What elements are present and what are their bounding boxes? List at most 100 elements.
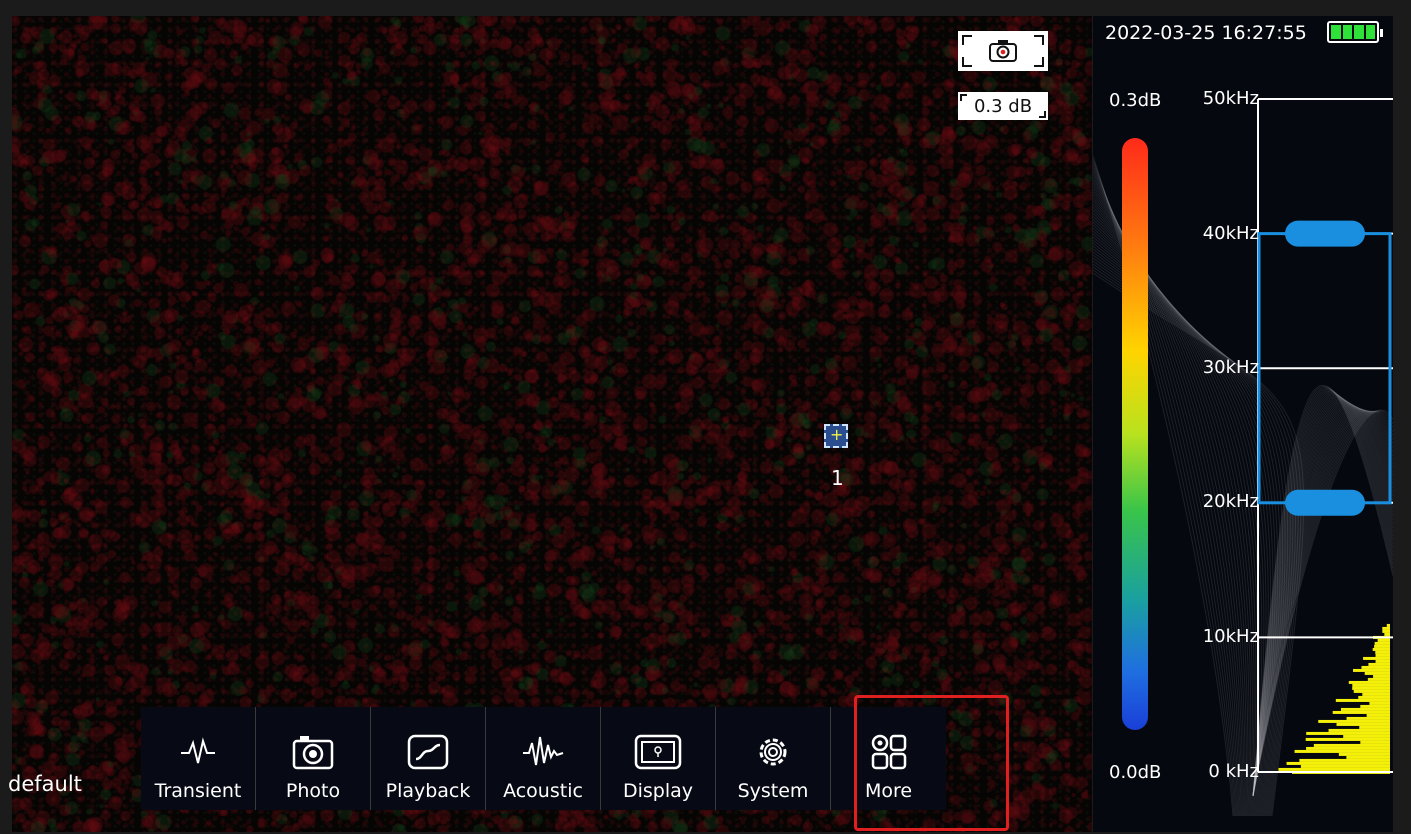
spectrum-bar bbox=[1340, 707, 1390, 711]
bottom-toolbar: Transient Photo Playback Acoustic Displa… bbox=[141, 707, 946, 810]
battery-cell bbox=[1331, 25, 1341, 39]
corner-mark bbox=[1034, 57, 1044, 67]
spectrum-bar bbox=[1377, 638, 1390, 642]
spectrum-bar bbox=[1318, 719, 1390, 723]
band-high-handle[interactable] bbox=[1285, 220, 1365, 247]
spectrum-bar bbox=[1353, 689, 1390, 693]
photo-label: Photo bbox=[285, 780, 341, 802]
display-button[interactable]: Display bbox=[601, 707, 716, 810]
spectrum-bar bbox=[1300, 764, 1390, 768]
acoustic-button[interactable]: Acoustic bbox=[486, 707, 601, 810]
db-min-label: 0.0dB bbox=[1109, 762, 1162, 783]
spectrum-bar bbox=[1348, 680, 1390, 684]
marker-label: 1 bbox=[831, 466, 844, 490]
spectrum-bar bbox=[1362, 692, 1390, 696]
db-readout-value: 0.3 dB bbox=[973, 95, 1033, 117]
spectrum-bar bbox=[1372, 647, 1390, 651]
spectrum-bar bbox=[1358, 695, 1390, 699]
spectrum-bar bbox=[1332, 710, 1390, 714]
spectrum-bar bbox=[1346, 716, 1390, 720]
spectrum-bar bbox=[1375, 653, 1390, 657]
spectrum-bar bbox=[1353, 668, 1390, 672]
spectrum-bar bbox=[1359, 725, 1390, 729]
corner-mark bbox=[960, 94, 967, 101]
battery-icon bbox=[1327, 21, 1383, 43]
acoustic-label: Acoustic bbox=[503, 780, 583, 802]
spectrum-bar bbox=[1343, 734, 1390, 738]
spectrum-bar bbox=[1352, 683, 1390, 687]
frequency-side-panel: 2022-03-25 16:27:55 0.3dB 0.0dB 50kHz 40… bbox=[1093, 16, 1393, 832]
spectrum-bar bbox=[1360, 704, 1390, 708]
db-max-label: 0.3dB bbox=[1109, 90, 1162, 111]
acoustic-waveform-icon bbox=[521, 730, 565, 774]
corner-mark bbox=[962, 35, 972, 45]
db-threshold-readout[interactable]: 0.3 dB bbox=[958, 92, 1048, 120]
spectrum-bars bbox=[1278, 623, 1390, 774]
camera-capture-icon bbox=[989, 40, 1017, 62]
spectrum-bar bbox=[1294, 749, 1390, 753]
spectrum-bar bbox=[1286, 761, 1390, 765]
spectrum-bar bbox=[1306, 731, 1390, 735]
freq-label-50: 50kHz bbox=[1202, 88, 1259, 109]
freq-label-20: 20kHz bbox=[1202, 491, 1259, 512]
spectrum-bar bbox=[1382, 626, 1390, 630]
spectrum-bar bbox=[1375, 659, 1390, 663]
spectrum-bar bbox=[1278, 767, 1390, 771]
crosshair-icon: + bbox=[830, 425, 844, 444]
spectrum-bar bbox=[1328, 728, 1390, 732]
datetime-display: 2022-03-25 16:27:55 bbox=[1105, 22, 1307, 44]
freq-label-40: 40kHz bbox=[1202, 223, 1259, 244]
spectrum-bar bbox=[1386, 623, 1390, 627]
display-label: Display bbox=[622, 780, 694, 802]
spectrum-bar bbox=[1368, 662, 1390, 666]
sound-source-marker[interactable]: + bbox=[824, 424, 848, 448]
battery-cell bbox=[1354, 25, 1364, 39]
spectrum-bar bbox=[1382, 629, 1390, 633]
spectrum-bar bbox=[1346, 755, 1390, 759]
spectrum-bar bbox=[1375, 650, 1390, 654]
photo-button[interactable]: Photo bbox=[256, 707, 371, 810]
gear-icon bbox=[753, 730, 793, 774]
playback-button[interactable]: Playback bbox=[371, 707, 486, 810]
spectrum-bar bbox=[1299, 758, 1390, 762]
corner-mark bbox=[962, 57, 972, 67]
spectrum-bar bbox=[1366, 713, 1390, 717]
spectrum-bar bbox=[1374, 644, 1390, 648]
spectrum-bar bbox=[1338, 752, 1390, 756]
spectrum-bar bbox=[1335, 698, 1390, 702]
corner-mark bbox=[1039, 111, 1046, 118]
freq-label-0: 0 kHz bbox=[1208, 761, 1259, 782]
spectrum-bar bbox=[1352, 686, 1390, 690]
transient-button[interactable]: Transient bbox=[141, 707, 256, 810]
spectrum-bar bbox=[1384, 632, 1390, 636]
spectrum-bar bbox=[1363, 656, 1390, 660]
camera-icon bbox=[291, 730, 335, 774]
system-button[interactable]: System bbox=[716, 707, 831, 810]
spectrum-bar bbox=[1336, 722, 1390, 726]
spectrum-bar bbox=[1360, 740, 1390, 744]
preset-label: default bbox=[8, 772, 82, 796]
band-low-handle[interactable] bbox=[1285, 489, 1365, 516]
battery-cell bbox=[1342, 25, 1352, 39]
spectrum-bar bbox=[1305, 737, 1390, 741]
db-color-scale bbox=[1122, 138, 1148, 730]
spectrum-bar bbox=[1369, 701, 1390, 705]
playback-icon bbox=[406, 730, 450, 774]
freq-label-10: 10kHz bbox=[1202, 626, 1259, 647]
more-highlight-frame bbox=[854, 695, 1009, 831]
freq-label-30: 30kHz bbox=[1202, 357, 1259, 378]
snapshot-button[interactable] bbox=[958, 31, 1048, 71]
spectrum-bar bbox=[1313, 743, 1390, 747]
display-icon bbox=[634, 730, 682, 774]
spectrum-bar bbox=[1364, 671, 1390, 675]
spectrum-bar bbox=[1367, 677, 1390, 681]
spectrum-bar bbox=[1374, 641, 1390, 645]
playback-label: Playback bbox=[385, 780, 471, 802]
spectrum-bar bbox=[1373, 674, 1390, 678]
transient-waveform-icon bbox=[179, 730, 217, 774]
spectrum-bar bbox=[1361, 665, 1390, 669]
corner-mark bbox=[1034, 35, 1044, 45]
battery-cell bbox=[1365, 25, 1375, 39]
spectrum-bar bbox=[1306, 746, 1390, 750]
system-label: System bbox=[737, 780, 809, 802]
